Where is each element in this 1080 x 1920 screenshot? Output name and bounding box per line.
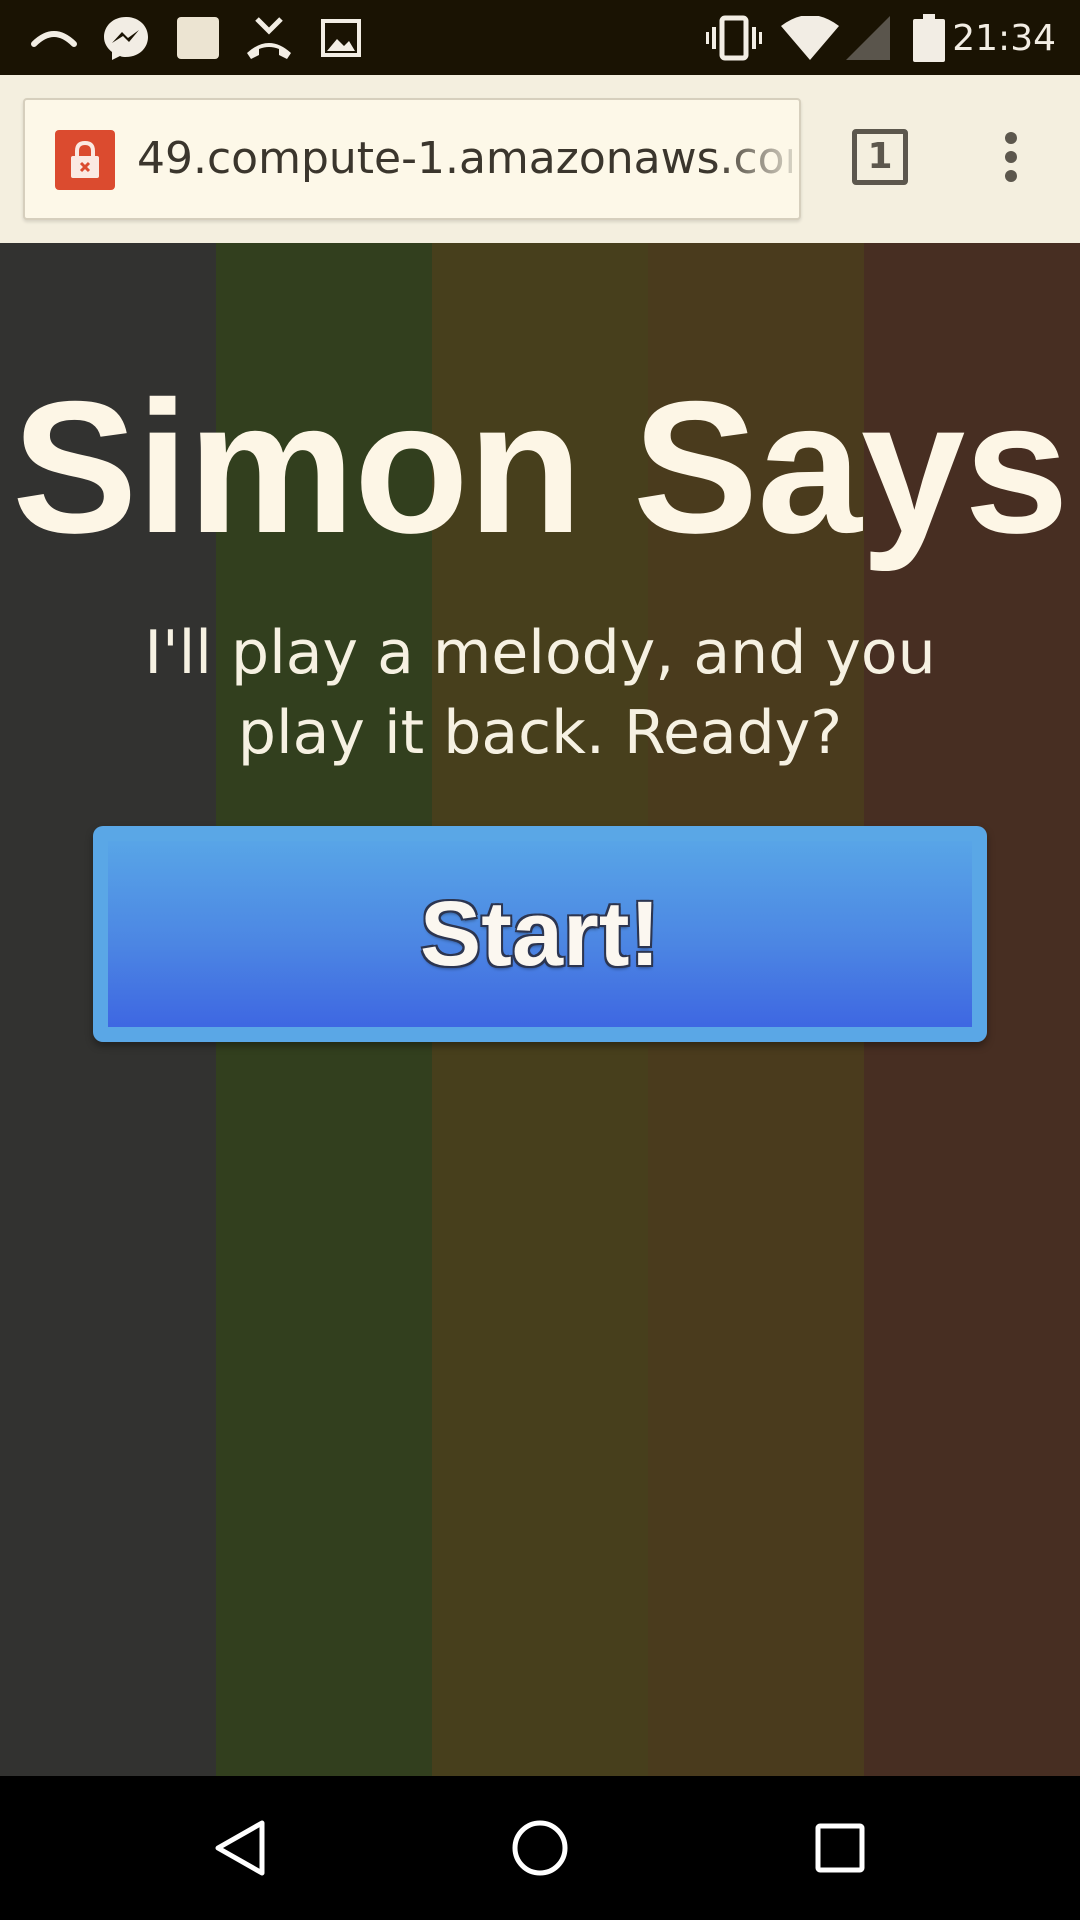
vibrate-icon [706,0,762,75]
start-button-label: Start! [419,882,661,985]
browser-toolbar: 49.compute-1.amazonaws.com:5 1 [0,75,1080,244]
missed-call-icon [28,0,80,75]
home-icon[interactable] [460,1776,620,1920]
start-button[interactable]: Start! [93,826,987,1042]
broken-lock-icon[interactable] [55,130,115,190]
navigation-bar [0,1776,1080,1920]
recents-icon[interactable] [760,1776,920,1920]
overflow-menu-icon[interactable] [985,123,1037,191]
notification-square-icon [174,0,222,75]
status-bar: 21:34 [0,0,1080,75]
url-bar[interactable]: 49.compute-1.amazonaws.com:5 [23,98,801,220]
image-icon [318,0,364,75]
back-icon[interactable] [160,1776,320,1920]
messenger-icon [100,0,152,75]
battery-icon [912,0,946,75]
intro-line-2: play it back. Ready? [237,698,843,768]
phone-screen: 21:34 49.compute-1.amazonaws.com:5 1 [0,0,1080,1920]
page-title: Simon Says [12,362,1069,572]
call-ended-icon [242,0,296,75]
url-text[interactable]: 49.compute-1.amazonaws.com:5 [137,100,792,218]
wifi-icon [780,0,840,75]
web-page: Simon Says I'll play a melody, and you p… [0,243,1080,1776]
intro-line-1: I'll play a melody, and you [144,618,936,688]
tab-switcher-button[interactable]: 1 [852,129,908,185]
intro-text: I'll play a melody, and you play it back… [140,613,940,773]
cell-signal-icon [846,0,890,75]
status-time: 21:34 [952,18,1056,59]
